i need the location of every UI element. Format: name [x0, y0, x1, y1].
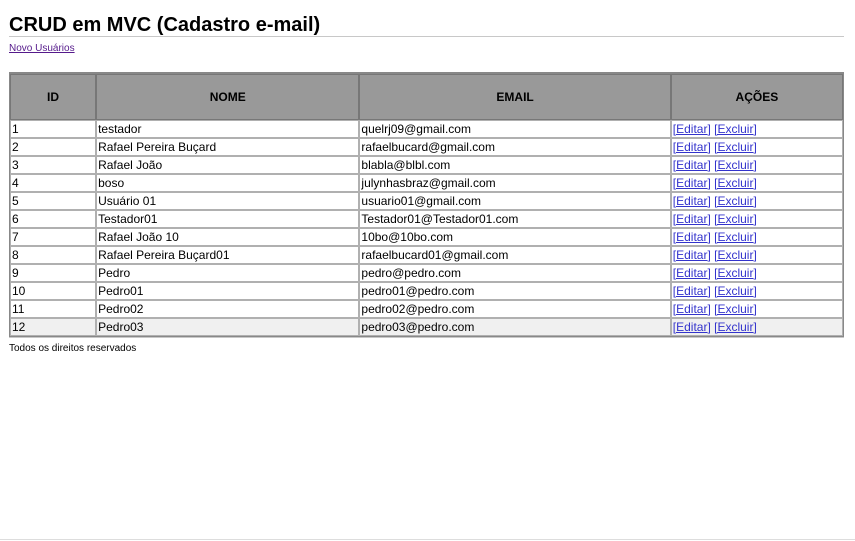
table-body: 1 testador quelrj09@gmail.com [Editar] [Exc… [10, 120, 843, 336]
cell-acoes: [Editar] [Excluir] [670, 246, 843, 264]
cell-acoes: [Editar] [Excluir] [670, 228, 843, 246]
new-user-link[interactable]: Novo Usuários [9, 43, 75, 54]
cell-nome: Rafael João 10 [96, 228, 360, 246]
cell-id: 6 [10, 210, 97, 228]
cell-id: 5 [10, 192, 97, 210]
cell-id: 9 [10, 264, 97, 282]
delete-link[interactable]: [Excluir] [714, 176, 757, 190]
cell-acoes: [Editar] [Excluir] [670, 138, 843, 156]
table-row: 6 Testador01 Testador01@Testador01.com [Edi… [10, 210, 843, 228]
delete-link[interactable]: [Excluir] [714, 266, 757, 280]
cell-email: Testador01@Testador01.com [359, 210, 671, 228]
cell-email: rafaelbucard@gmail.com [359, 138, 671, 156]
cell-id: 12 [10, 318, 97, 336]
header-divider [9, 36, 844, 37]
table-row: 4 boso julynhasbraz@gmail.com [Editar] [Exc… [10, 174, 843, 192]
delete-link[interactable]: [Excluir] [714, 140, 757, 154]
cell-email: usuario01@gmail.com [359, 192, 671, 210]
header-id: ID [10, 74, 97, 120]
cell-nome: Pedro03 [96, 318, 360, 336]
cell-nome: Pedro02 [96, 300, 360, 318]
delete-link[interactable]: [Excluir] [714, 248, 757, 262]
table-row: 5 Usuário 01 usuario01@gmail.com [Editar] [… [10, 192, 843, 210]
page-title: CRUD em MVC (Cadastro e-mail) [9, 14, 321, 36]
edit-link[interactable]: [Editar] [673, 266, 711, 280]
footer-text: Todos os direitos reservados [9, 343, 137, 354]
delete-link[interactable]: [Excluir] [714, 212, 757, 226]
cell-id: 11 [10, 300, 97, 318]
cell-email: quelrj09@gmail.com [359, 120, 671, 138]
footer-divider [9, 337, 844, 338]
table-row: 11 Pedro02 pedro02@pedro.com [Editar] [Excl… [10, 300, 843, 318]
cell-acoes: [Editar] [Excluir] [670, 264, 843, 282]
cell-email: pedro01@pedro.com [359, 282, 671, 300]
edit-link[interactable]: [Editar] [673, 140, 711, 154]
edit-link[interactable]: [Editar] [673, 194, 711, 208]
delete-link[interactable]: [Excluir] [714, 230, 757, 244]
cell-id: 8 [10, 246, 97, 264]
cell-email: julynhasbraz@gmail.com [359, 174, 671, 192]
edit-link[interactable]: [Editar] [673, 320, 711, 334]
edit-link[interactable]: [Editar] [673, 212, 711, 226]
cell-email: rafaelbucard01@gmail.com [359, 246, 671, 264]
cell-acoes: [Editar] [Excluir] [670, 192, 843, 210]
delete-link[interactable]: [Excluir] [714, 122, 757, 136]
cell-email: pedro03@pedro.com [359, 318, 671, 336]
edit-link[interactable]: [Editar] [673, 248, 711, 262]
cell-acoes: [Editar] [Excluir] [670, 210, 843, 228]
edit-link[interactable]: [Editar] [673, 302, 711, 316]
cell-nome: Pedro [96, 264, 360, 282]
delete-link[interactable]: [Excluir] [714, 158, 757, 172]
cell-email: 10bo@10bo.com [359, 228, 671, 246]
cell-nome: boso [96, 174, 360, 192]
page-container: CRUD em MVC (Cadastro e-mail) Novo Usuár… [0, 0, 855, 354]
header-email: EMAIL [359, 74, 671, 120]
header-nome: NOME [96, 74, 360, 120]
cell-nome: Usuário 01 [96, 192, 360, 210]
cell-id: 7 [10, 228, 97, 246]
cell-nome: testador [96, 120, 360, 138]
edit-link[interactable]: [Editar] [673, 122, 711, 136]
cell-acoes: [Editar] [Excluir] [670, 156, 843, 174]
bottom-border [0, 539, 855, 540]
edit-link[interactable]: [Editar] [673, 284, 711, 298]
delete-link[interactable]: [Excluir] [714, 194, 757, 208]
delete-link[interactable]: [Excluir] [714, 302, 757, 316]
edit-link[interactable]: [Editar] [673, 176, 711, 190]
cell-nome: Testador01 [96, 210, 360, 228]
cell-id: 2 [10, 138, 97, 156]
header-acoes: AÇÕES [670, 74, 843, 120]
cell-id: 4 [10, 174, 97, 192]
cell-id: 1 [10, 120, 97, 138]
cell-acoes: [Editar] [Excluir] [670, 120, 843, 138]
cell-nome: Rafael Pereira Buçard [96, 138, 360, 156]
table-row: 2 Rafael Pereira Buçard rafaelbucard@gmail… [10, 138, 843, 156]
cell-id: 3 [10, 156, 97, 174]
table-row: 10 Pedro01 pedro01@pedro.com [Editar] [Excl… [10, 282, 843, 300]
table-row: 7 Rafael João 10 10bo@10bo.com [Editar] [Ex… [10, 228, 843, 246]
cell-nome: Rafael Pereira Buçard01 [96, 246, 360, 264]
edit-link[interactable]: [Editar] [673, 158, 711, 172]
table-row: 9 Pedro pedro@pedro.com [Editar] [Excluir] [10, 264, 843, 282]
edit-link[interactable]: [Editar] [673, 230, 711, 244]
cell-id: 10 [10, 282, 97, 300]
cell-nome: Rafael João [96, 156, 360, 174]
delete-link[interactable]: [Excluir] [714, 284, 757, 298]
cell-acoes: [Editar] [Excluir] [670, 282, 843, 300]
delete-link[interactable]: [Excluir] [714, 320, 757, 334]
table-row: 1 testador quelrj09@gmail.com [Editar] [Exc… [10, 120, 843, 138]
cell-acoes: [Editar] [Excluir] [670, 318, 843, 336]
cell-acoes: [Editar] [Excluir] [670, 174, 843, 192]
table-header-row: ID NOME EMAIL AÇÕES [10, 74, 843, 120]
cell-email: pedro02@pedro.com [359, 300, 671, 318]
cell-nome: Pedro01 [96, 282, 360, 300]
cell-email: blabla@blbl.com [359, 156, 671, 174]
cell-acoes: [Editar] [Excluir] [670, 300, 843, 318]
table-row: 8 Rafael Pereira Buçard01 rafaelbucard01@g… [10, 246, 843, 264]
users-table: ID NOME EMAIL AÇÕES 1 testador quelrj09@gm… [9, 72, 844, 337]
cell-email: pedro@pedro.com [359, 264, 671, 282]
table-row: 3 Rafael João blabla@blbl.com [Editar] [Exc… [10, 156, 843, 174]
table-row: 12 Pedro03 pedro03@pedro.com [Editar] [Excl… [10, 318, 843, 336]
